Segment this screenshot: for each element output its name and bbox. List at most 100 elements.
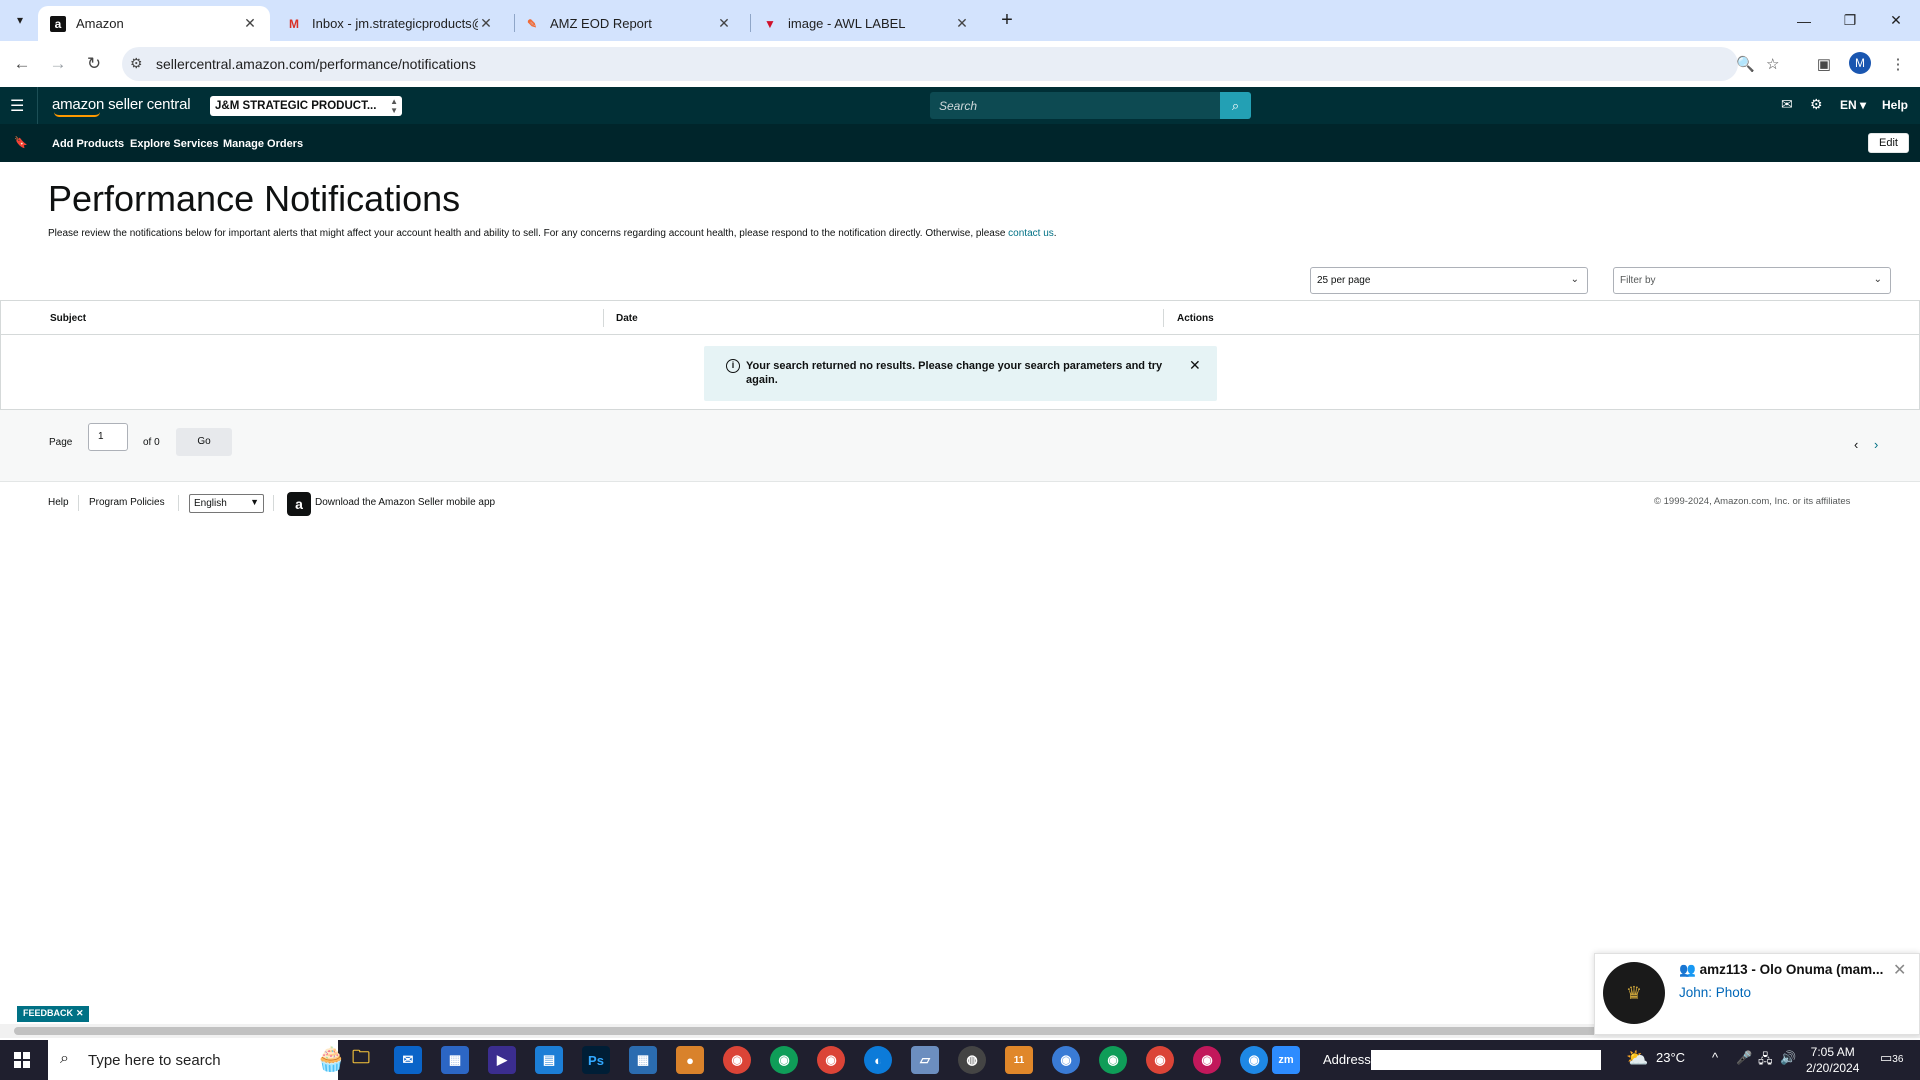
photoshop-icon[interactable]: Ps [582,1046,610,1074]
close-notification-icon[interactable]: ✕ [1893,960,1906,980]
tab-amz-eod-report[interactable]: ✎ AMZ EOD Report ✕ [512,6,744,41]
volume-icon[interactable]: 🔊 [1780,1050,1796,1066]
search-button[interactable]: ⌕ [1220,92,1251,119]
telegram-icon[interactable]: 11 [1005,1046,1033,1074]
chrome-profile-icon[interactable]: ◉ [1240,1046,1268,1074]
chrome-profile-icon[interactable]: ◉ [1099,1046,1127,1074]
edge-icon[interactable]: ◐ [864,1046,892,1074]
gmail-icon: M [289,16,299,31]
close-tab-icon[interactable]: ✕ [954,15,970,32]
close-tab-icon[interactable]: ✕ [242,15,258,32]
seller-app-icon[interactable]: a [287,492,311,516]
chrome-profile-icon[interactable]: ◉ [770,1046,798,1074]
tab-title: Amazon [76,16,124,31]
bookmark-icon[interactable]: 🔖 [14,136,28,149]
filter-placeholder: Filter by [1620,275,1656,286]
mail-app-icon[interactable]: ✉ [394,1046,422,1074]
store-icon[interactable]: ▦ [441,1046,469,1074]
chrome-profile-icon[interactable]: ◉ [1052,1046,1080,1074]
feedback-button[interactable]: FEEDBACK ✕ [17,1006,89,1022]
windows-start-icon[interactable] [14,1052,30,1068]
app-icon[interactable]: ▱ [911,1046,939,1074]
app-icon[interactable]: ◍ [958,1046,986,1074]
tray-chevron-up-icon[interactable]: ^ [1712,1050,1718,1065]
chat-notification-popup[interactable]: ♛ 👥 amz113 - Olo Onuma (mam... John: Pho… [1594,953,1920,1035]
search-input[interactable]: Search [930,92,1220,119]
tab-image-awl-label[interactable]: ▼ image - AWL LABEL ✕ [750,6,982,41]
table-header-row: Subject Date Actions [1,301,1919,335]
chrome-profile-icon[interactable]: ◉ [1146,1046,1174,1074]
account-switcher[interactable]: J&M STRATEGIC PRODUCT... ▲ ▼ [210,96,402,116]
column-actions: Actions [1177,313,1214,324]
close-tab-icon[interactable]: ✕ [716,15,732,32]
footer-language-select[interactable]: English ▼ [189,494,264,513]
filter-by-select[interactable]: Filter by ⌄ [1613,267,1891,294]
file-explorer-icon[interactable]: 🗀 [347,1046,375,1074]
chrome-profile-icon[interactable]: ◉ [1193,1046,1221,1074]
bookmark-star-icon[interactable]: ☆ [1766,55,1779,73]
nav-add-products[interactable]: Add Products [52,138,124,150]
zoom-app-icon[interactable]: zm [1272,1046,1300,1074]
nav-manage-orders[interactable]: Manage Orders [223,138,303,150]
app-icon[interactable]: ▶ [488,1046,516,1074]
network-icon[interactable]: 🖧 [1758,1050,1773,1072]
taskbar-search-box[interactable]: ⌕ Type here to search 🧁 [48,1040,346,1080]
calculator-icon[interactable]: ▦ [629,1046,657,1074]
hamburger-menu-icon[interactable]: ☰ [10,96,24,116]
chrome-icon[interactable]: ◉ [723,1046,751,1074]
nav-explore-services[interactable]: Explore Services [130,138,219,150]
seller-central-logo[interactable]: amazon seller central [52,96,191,117]
back-icon[interactable]: ← [9,51,35,77]
browser-menu-icon[interactable]: ⋮ [1885,51,1911,77]
minimize-icon[interactable]: — [1781,0,1827,41]
microphone-icon[interactable]: 🎤 [1736,1050,1752,1066]
column-date[interactable]: Date [616,313,638,324]
language-selector[interactable]: EN ▾ [1840,98,1866,112]
edit-nav-button[interactable]: Edit [1868,133,1909,153]
settings-gear-icon[interactable]: ⚙ [1810,96,1823,113]
column-subject[interactable]: Subject [50,313,86,324]
contact-us-link[interactable]: contact us [1008,228,1054,239]
download-app-link[interactable]: Download the Amazon Seller mobile app [315,497,495,508]
mail-icon[interactable]: ✉ [1781,96,1793,113]
new-tab-button[interactable]: + [995,8,1019,32]
chrome-profile-icon[interactable]: ◉ [817,1046,845,1074]
help-link[interactable]: Help [1882,98,1908,112]
notification-center-icon[interactable]: ▭36 [1880,1050,1903,1066]
close-window-icon[interactable]: ✕ [1873,0,1919,41]
temperature[interactable]: 23°C [1656,1050,1685,1065]
url-text[interactable]: sellercentral.amazon.com/performance/not… [156,56,476,72]
close-tab-icon[interactable]: ✕ [478,15,494,32]
address-toolbar-input[interactable] [1371,1050,1601,1070]
page-number-input[interactable]: 1 [88,423,128,451]
copyright-text: © 1999-2024, Amazon.com, Inc. or its aff… [1654,496,1851,507]
footer-program-policies-link[interactable]: Program Policies [89,497,165,508]
side-panel-icon[interactable]: ▣ [1811,51,1837,77]
tab-search-chevron-icon[interactable]: ▾ [8,8,32,32]
go-button[interactable]: Go [176,428,232,456]
forward-icon[interactable]: → [45,51,71,77]
address-bar[interactable]: ⚙ sellercentral.amazon.com/performance/n… [122,47,1779,81]
close-alert-icon[interactable]: ✕ [1189,357,1201,374]
scrollbar-thumb[interactable] [14,1027,1614,1035]
app-icon[interactable]: ▤ [535,1046,563,1074]
close-feedback-icon[interactable]: ✕ [76,1008,84,1018]
tab-gmail[interactable]: M Inbox - jm.strategicproducts@g ✕ [274,6,506,41]
tab-amazon[interactable]: a Amazon ✕ [38,6,270,41]
notifications-table: Subject Date Actions i Your search retur… [0,300,1920,410]
zoom-icon[interactable]: 🔍 [1736,55,1755,73]
footer-help-link[interactable]: Help [48,497,69,508]
site-info-icon[interactable]: ⚙ [130,55,143,72]
column-divider [1163,309,1164,327]
system-clock[interactable]: 7:05 AM 2/20/2024 [1806,1044,1859,1076]
app-icon[interactable]: ● [676,1046,704,1074]
profile-avatar[interactable]: M [1849,52,1871,74]
previous-page-icon[interactable]: ‹ [1854,437,1858,452]
reload-icon[interactable]: ↻ [81,51,107,77]
per-page-select[interactable]: 25 per page ⌄ [1310,267,1588,294]
restore-icon[interactable]: ❐ [1827,0,1873,41]
page-description: Please review the notifications below fo… [48,228,1057,239]
weather-icon[interactable]: ⛅ [1626,1048,1648,1069]
footer-divider [178,495,179,511]
next-page-icon[interactable]: › [1874,437,1878,452]
